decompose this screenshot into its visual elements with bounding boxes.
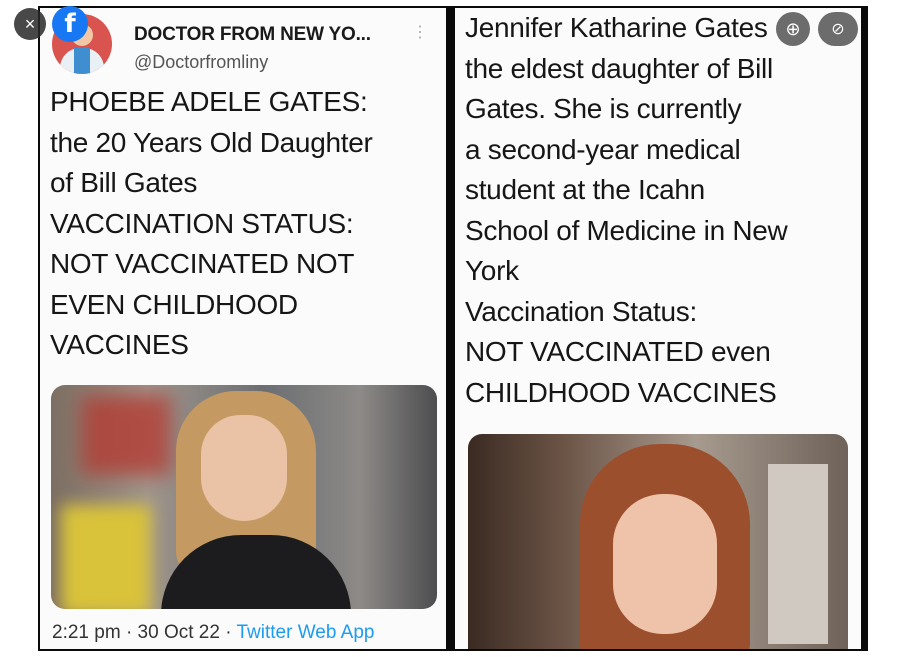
expand-icon[interactable]: ⤢ (862, 14, 892, 44)
close-icon[interactable]: × (14, 8, 46, 40)
text-card: Jennifer Katharine Gates the eldest daug… (455, 8, 861, 649)
tweet-photo (51, 385, 437, 609)
tweet-line: VACCINATION STATUS: (50, 207, 354, 239)
card-line: student at the Icahn (465, 174, 705, 205)
tweet-source-app: Twitter Web App (236, 622, 375, 643)
tweet-line: VACCINES (50, 329, 189, 360)
card-photo (468, 434, 848, 649)
card-line: NOT VACCINATED even (465, 336, 771, 367)
card-line: School of Medicine in New (465, 214, 788, 246)
card-line: York (465, 255, 519, 286)
tweet-date: 30 Oct 22 (137, 622, 220, 643)
card-text: Jennifer Katharine Gates the eldest daug… (465, 8, 857, 413)
tag-icon[interactable]: ⊘ (818, 12, 858, 46)
user-handle: @Doctorfromliny (134, 52, 269, 72)
card-line: Gates. She is currently (465, 93, 742, 124)
tweet-text: PHOEBE ADELE GATES: the 20 Years Old Dau… (50, 82, 442, 366)
tweet-line: NOT VACCINATED NOT (50, 248, 355, 279)
card-line: Vaccination Status: (465, 295, 697, 327)
tweet-line: of Bill Gates (50, 167, 198, 198)
tweet-card: DOCTOR FROM NEW YO... ⋮ @Doctorfromliny … (40, 8, 446, 649)
photo-viewer: DOCTOR FROM NEW YO... ⋮ @Doctorfromliny … (0, 0, 900, 657)
more-icon: ⋮ (412, 24, 428, 41)
facebook-logo-icon[interactable]: f (52, 6, 88, 42)
tweet-line: PHOEBE ADELE GATES: (50, 86, 368, 117)
tweet-timestamp: 2:21 pm · 30 Oct 22 · Twitter Web App (52, 622, 375, 643)
tweet-time: 2:21 pm (52, 622, 121, 643)
tweet-line: the 20 Years Old Daughter (50, 126, 373, 158)
card-line: CHILDHOOD VACCINES (465, 376, 777, 408)
zoom-in-icon[interactable]: ⊕ (776, 12, 810, 46)
card-line: the eldest daughter of Bill (465, 52, 773, 84)
display-name: DOCTOR FROM NEW YO... (134, 24, 371, 45)
card-line: a second-year medical (465, 133, 741, 165)
tweet-line: EVEN CHILDHOOD (50, 288, 298, 320)
